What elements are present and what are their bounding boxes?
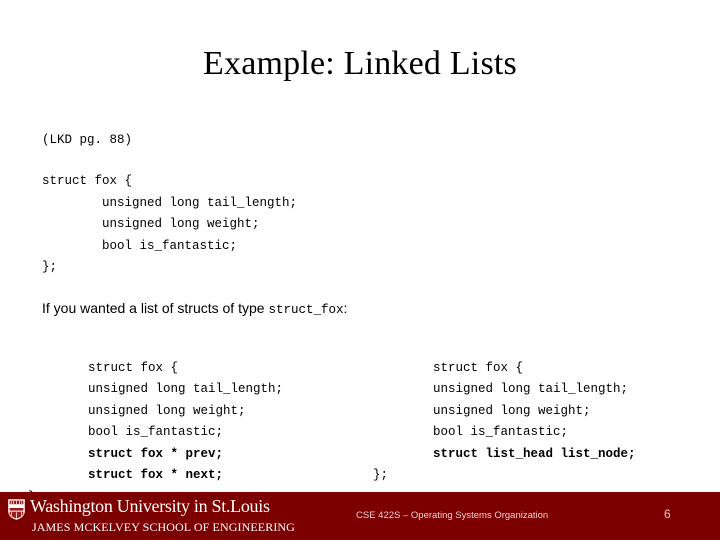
- school-name: JAMES MCKELVEY SCHOOL OF ENGINEERING: [32, 520, 295, 534]
- code-right-head: struct fox { unsigned long tail_length; …: [433, 360, 629, 440]
- prose-text-after: :: [343, 300, 348, 316]
- university-logo: Washington University in St.Louis JAMES …: [8, 494, 298, 538]
- page-title: Example: Linked Lists: [203, 45, 517, 82]
- code-left-head: struct fox { unsigned long tail_length; …: [88, 360, 284, 440]
- code-right-bold: struct list_head list_node;: [373, 446, 636, 461]
- code-left-bold: struct fox * prev; struct fox * next;: [88, 446, 224, 483]
- code-right-tail: };: [373, 468, 389, 482]
- page-number: 6: [664, 507, 671, 521]
- code-comparison-columns: struct fox { unsigned long tail_length; …: [0, 336, 720, 504]
- slide-canvas: Example: Linked Lists (LKD pg. 88) struc…: [0, 0, 720, 540]
- slide-body: (LKD pg. 88) struct fox { unsigned long …: [0, 118, 720, 504]
- code-block-list-head: struct fox { unsigned long tail_length; …: [373, 336, 636, 508]
- struct-fox-definition: struct fox { unsigned long tail_length; …: [42, 174, 298, 274]
- book-reference: (LKD pg. 88): [42, 133, 133, 147]
- course-title: CSE 422S – Operating Systems Organizatio…: [356, 510, 549, 521]
- footer-band: Washington University in St.Louis JAMES …: [0, 492, 720, 540]
- university-name: Washington University in St.Louis: [30, 496, 270, 516]
- prose-text-before: If you wanted a list of structs of type: [42, 300, 269, 316]
- prose-mono-term: struct_fox: [268, 303, 344, 317]
- shield-crest-icon: [8, 499, 25, 520]
- prose-line: If you wanted a list of structs of type …: [42, 298, 347, 320]
